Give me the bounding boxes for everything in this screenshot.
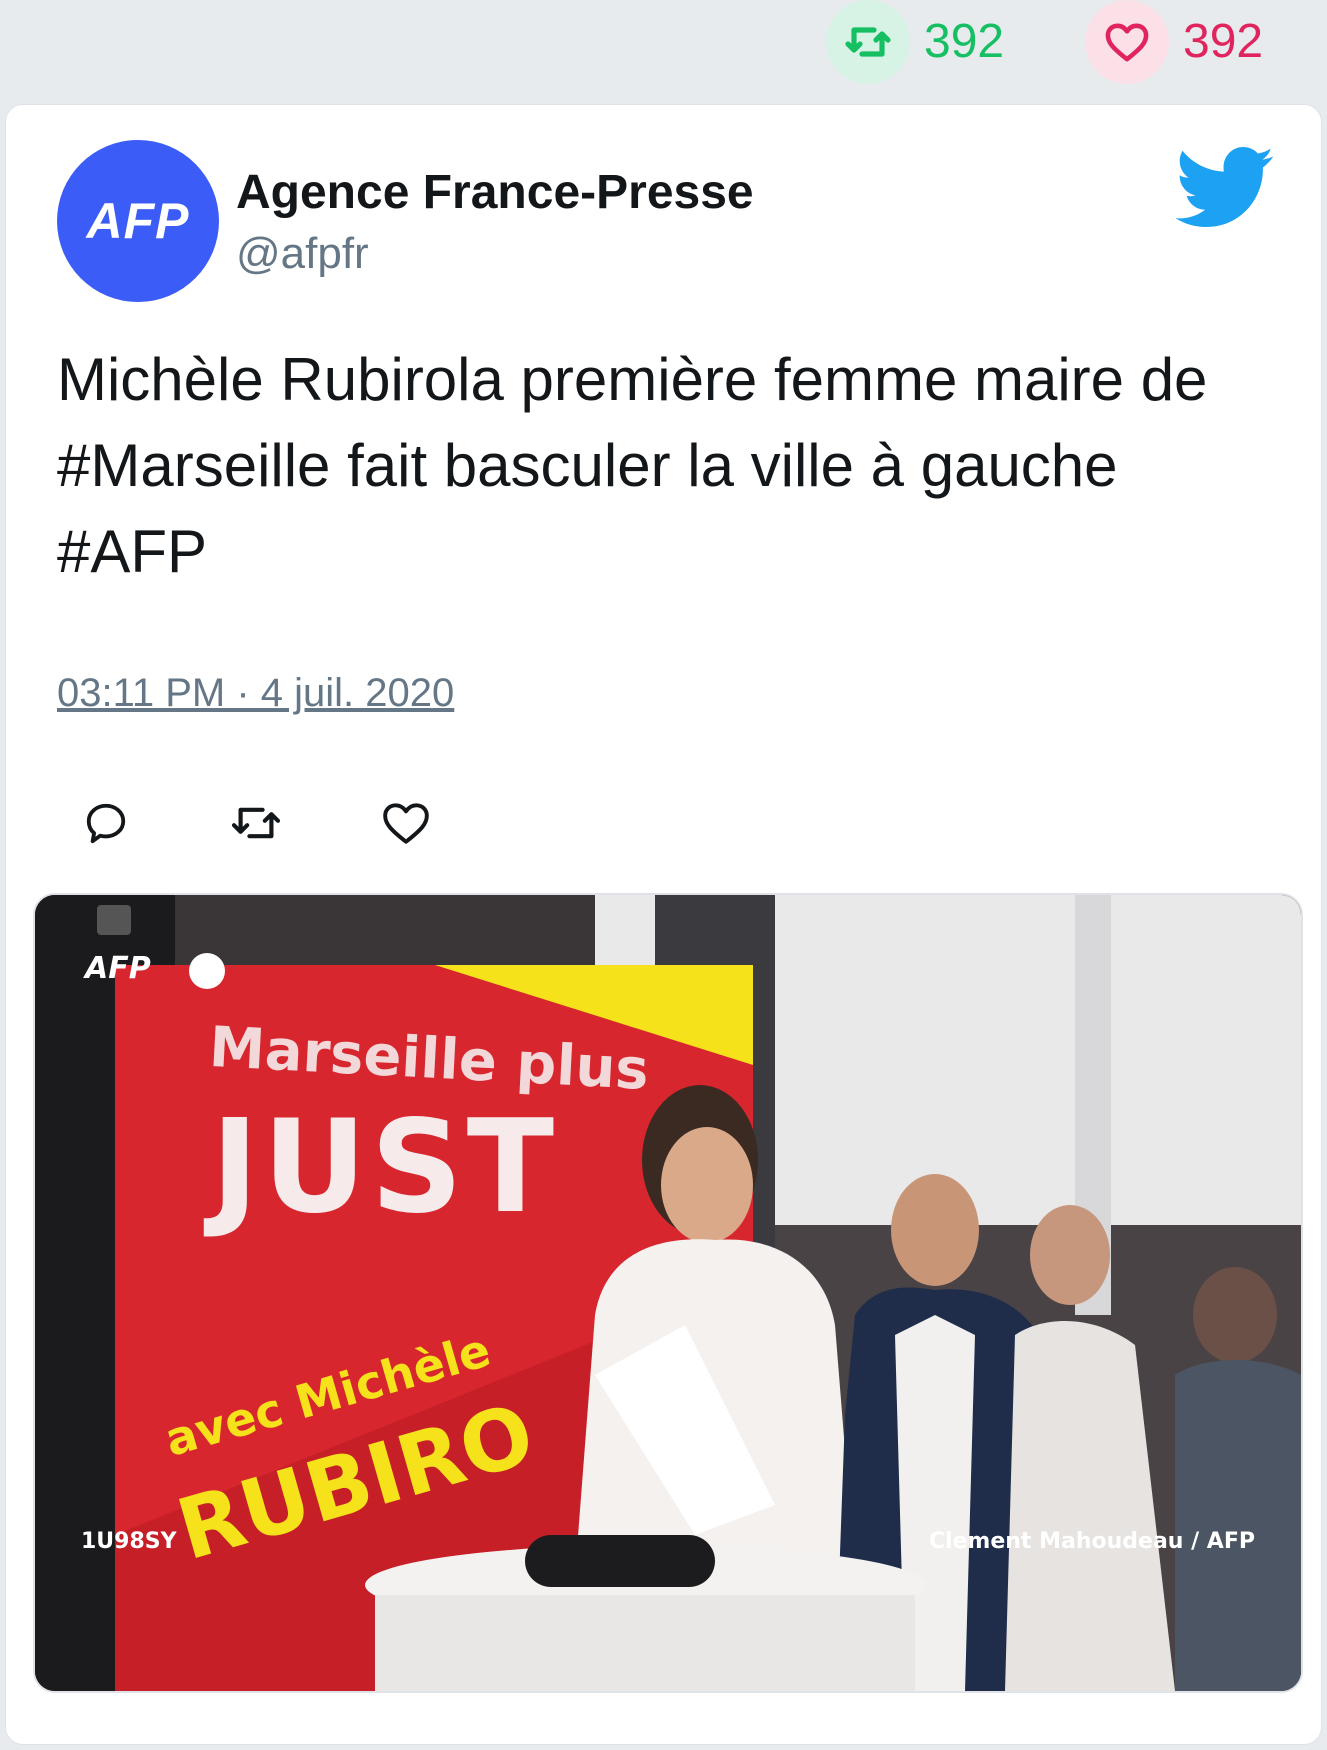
photo-code: 1U98SY [81,1529,177,1554]
author-name[interactable]: Agence France-Presse [236,165,754,220]
twitter-bird-icon[interactable] [1175,147,1276,229]
retweet-count-value: 392 [924,15,1005,68]
reply-icon[interactable] [76,793,136,853]
tweet-timestamp[interactable]: 03:11 PM · 4 juil. 2020 [57,671,454,716]
photo-scene [35,895,1301,1691]
tweet-photo[interactable]: AFP Marseille plus JUST avec Michèle RUB… [33,893,1303,1693]
heart-icon [1085,0,1169,84]
author-handle[interactable]: @afpfr [236,229,369,279]
afp-watermark: AFP [85,951,151,986]
avatar-logo-text: AFP [86,193,190,249]
retweet-icon[interactable] [226,793,286,853]
like-count[interactable]: 392 [1085,0,1263,84]
tweet-actions [76,793,436,853]
banner-line-2: JUST [211,1093,559,1242]
like-count-value: 392 [1183,15,1264,68]
tweet-card: AFP Agence France-Presse @afpfr Michèle … [5,104,1322,1745]
retweet-icon [826,0,910,84]
avatar[interactable]: AFP [57,140,219,302]
photo-credit: Clement Mahoudeau / AFP [928,1529,1255,1554]
tweet-text: Michèle Rubirola première femme maire de… [57,346,1208,585]
engagement-stats: 392 392 [0,0,1327,100]
retweet-count[interactable]: 392 [826,0,1004,84]
heart-icon[interactable] [376,793,436,853]
